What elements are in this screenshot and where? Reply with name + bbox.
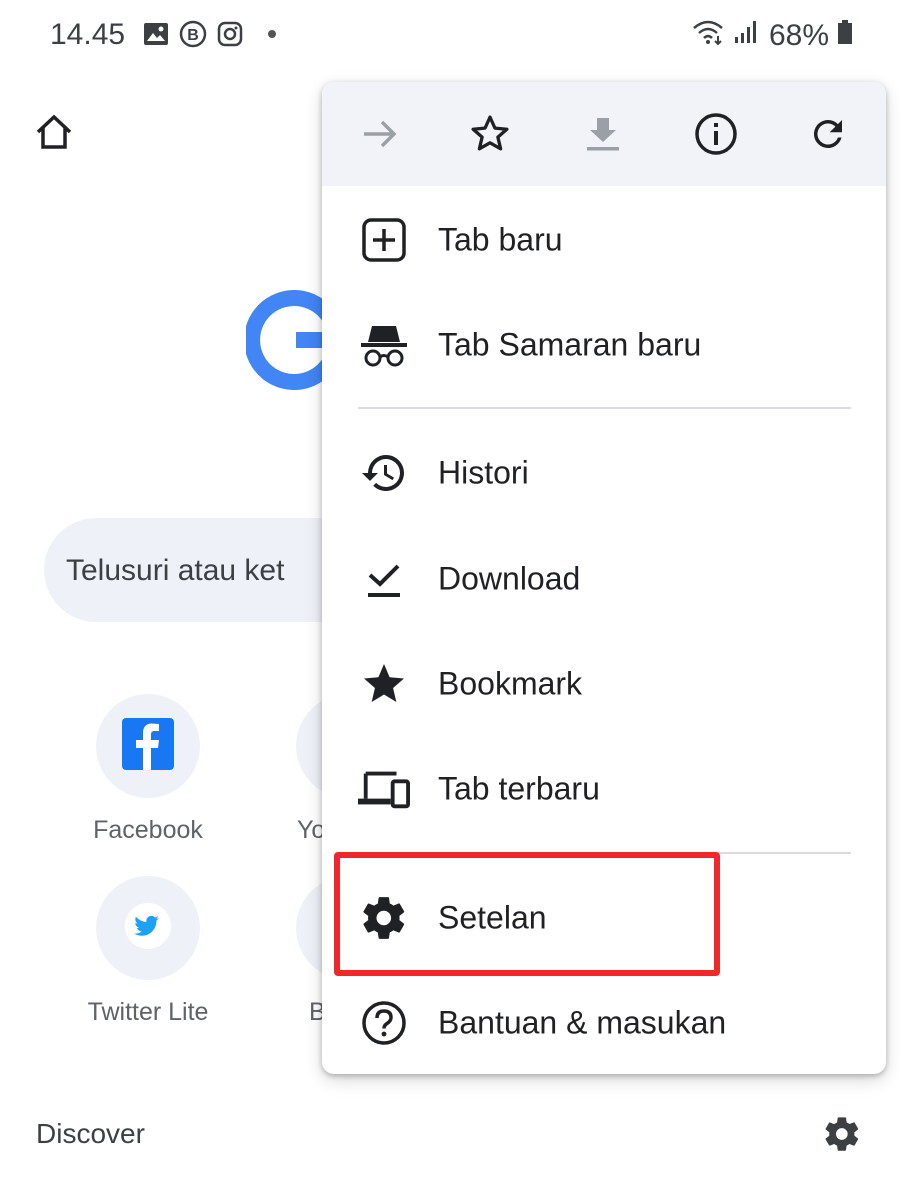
svg-text:B: B [187, 27, 199, 44]
battery-icon [837, 19, 853, 53]
menu-item-incognito-tab[interactable]: Tab Samaran baru [322, 295, 886, 395]
menu-toolbar [322, 82, 886, 186]
menu-item-bookmarks[interactable]: Bookmark [322, 634, 886, 734]
star-icon [358, 658, 410, 710]
signal-icon [733, 19, 761, 53]
dot-icon [268, 30, 276, 38]
shortcut-twitter[interactable] [96, 876, 200, 980]
info-icon[interactable] [694, 112, 738, 156]
highlight-box [334, 852, 720, 976]
shortcut-label: Twitter Lite [87, 998, 209, 1026]
b-icon: B [179, 20, 207, 53]
help-icon [358, 997, 410, 1049]
status-time: 14.45 [50, 18, 126, 51]
download-done-icon [358, 553, 410, 605]
menu-item-label: Bookmark [438, 665, 583, 702]
menu-item-label: Download [438, 560, 581, 597]
shortcut-label: Facebook [93, 816, 203, 844]
instagram-icon [217, 21, 243, 52]
menu-item-new-tab[interactable]: Tab baru [322, 190, 886, 290]
home-icon[interactable] [34, 112, 74, 157]
download-icon[interactable] [581, 112, 625, 156]
new-tab-icon [358, 214, 410, 266]
menu-item-label: Tab terbaru [438, 770, 600, 807]
menu-item-label: Tab Samaran baru [438, 326, 702, 363]
search-input[interactable]: Telusuri atau ket [66, 554, 284, 588]
forward-icon[interactable] [358, 112, 402, 156]
twitter-icon [125, 902, 171, 954]
menu-item-history[interactable]: Histori [322, 423, 886, 523]
gallery-icon [143, 22, 169, 51]
menu-item-label: Tab baru [438, 221, 563, 258]
menu-item-help[interactable]: Bantuan & masukan [322, 973, 886, 1073]
wifi-icon [691, 18, 725, 54]
battery-text: 68% [768, 19, 829, 52]
history-icon [358, 447, 410, 499]
devices-icon [358, 763, 410, 815]
shortcut-facebook[interactable] [96, 694, 200, 798]
reload-icon[interactable] [806, 112, 850, 156]
menu-item-label: Bantuan & masukan [438, 1004, 727, 1041]
menu-item-downloads[interactable]: Download [322, 529, 886, 629]
status-right: 68% [691, 18, 853, 54]
menu-item-label: Histori [438, 454, 529, 491]
discover-label: Discover [36, 1118, 145, 1149]
status-notification-icons: B [143, 20, 243, 53]
discover-settings-icon[interactable] [822, 1114, 862, 1159]
facebook-icon [122, 717, 174, 775]
menu-divider [358, 407, 851, 409]
incognito-icon [358, 319, 410, 371]
menu-item-recent-tabs[interactable]: Tab terbaru [322, 739, 886, 839]
bookmark-star-icon[interactable] [468, 112, 512, 156]
